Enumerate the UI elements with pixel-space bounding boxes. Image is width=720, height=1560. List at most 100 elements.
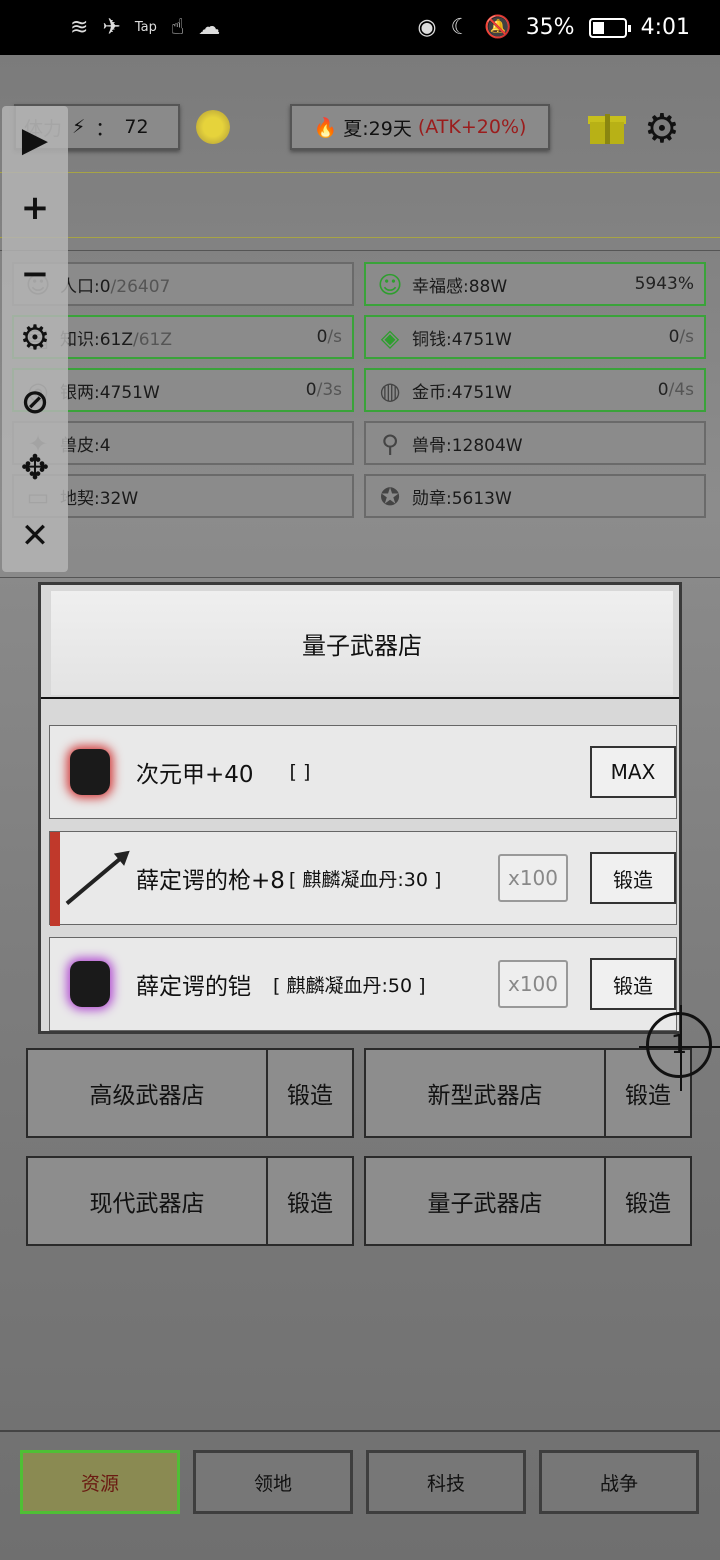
shop-new[interactable]: 新型武器店 锻造 (364, 1048, 692, 1138)
shop-modern[interactable]: 现代武器店 锻造 (26, 1156, 354, 1246)
resource-rate: 0/3s (306, 380, 342, 400)
resource-label: 勋章:5613W (412, 488, 512, 509)
armor-icon (56, 737, 126, 807)
shop-name: 量子武器店 (427, 1191, 543, 1217)
move-icon[interactable]: ✥ (2, 448, 68, 488)
bone-icon: ⚲ (381, 430, 399, 458)
fire-icon: 🔥 (313, 116, 338, 139)
forge-button[interactable]: 锻造 (590, 958, 676, 1010)
airplane-icon: ✈ (102, 15, 121, 40)
item-requirement: [ 麒麟凝血丹:30 ] (288, 868, 442, 891)
modal-title: 量子武器店 (51, 591, 673, 695)
stamina-value: 72 (124, 116, 149, 138)
resource-item: ◈ 铜钱:4751W 0/s (364, 315, 706, 359)
resource-value: 勋章:5613W (412, 484, 694, 509)
rate-value: 5943% (634, 274, 694, 294)
forge-button[interactable]: 锻造 (604, 1158, 690, 1244)
clock: 4:01 (640, 15, 690, 40)
smile-icon: ☺ (377, 271, 403, 299)
resource-value: 幸福感:88W (412, 272, 635, 297)
lightning-icon: ⚡ (72, 116, 86, 138)
rate-value: 0 (668, 327, 680, 347)
quantity-button[interactable]: x100 (498, 854, 568, 902)
resource-item: ⚲ 兽骨:12804W (364, 421, 706, 465)
battery-percent: 35% (525, 15, 575, 40)
settings-gear-icon[interactable]: ⚙ (644, 106, 680, 152)
wifi-icon: ≋ (70, 15, 89, 40)
resource-cap: /61Z (133, 329, 173, 350)
item-row: 薛定谔的铠 [ 麒麟凝血丹:50 ] x100 锻造 (49, 937, 677, 1031)
resource-value: 铜钱:4751W (412, 325, 669, 350)
item-requirement: [ ] (289, 761, 311, 783)
forge-button[interactable]: 锻造 (590, 852, 676, 904)
nav-resources[interactable]: 资源 (20, 1450, 180, 1514)
resource-label: 兽骨:12804W (412, 435, 523, 456)
crosshair-icon[interactable]: 1 (639, 1005, 720, 1091)
divider (41, 697, 679, 699)
resource-item: ☺ 幸福感:88W 5943% (364, 262, 706, 306)
gold-icon: ◍ (379, 377, 401, 405)
close-icon[interactable]: ✕ (2, 516, 68, 556)
shop-quantum[interactable]: 量子武器店 锻造 (364, 1156, 692, 1246)
forge-button[interactable]: 锻造 (266, 1158, 352, 1244)
resource-value: 兽皮:4 (60, 431, 342, 456)
resource-label: 金币:4751W (412, 382, 512, 403)
resource-label: 知识:61Z (60, 329, 134, 350)
banner-strip (0, 172, 720, 238)
eye-off-icon[interactable]: ⊘ (2, 382, 68, 422)
cloud-icon: ☁ (198, 15, 221, 40)
floating-toolbar: ▶ + − ⚙ ⊘ ✥ ✕ (2, 106, 68, 572)
season-bonus: (ATK+20%) (417, 116, 527, 138)
rate-unit: /s (327, 327, 342, 347)
resource-label: 幸福感:88W (412, 276, 508, 297)
rate-unit: /4s (668, 380, 694, 400)
resource-label: 铜钱:4751W (412, 329, 512, 350)
tap-icon: Tap (134, 20, 157, 35)
item-name: 次元甲+40 (136, 762, 254, 788)
play-icon[interactable]: ▶ (2, 120, 68, 160)
resource-label: 地契:32W (60, 488, 139, 509)
nav-tech[interactable]: 科技 (366, 1450, 526, 1514)
armor-icon (56, 949, 126, 1019)
forge-button[interactable]: 锻造 (266, 1050, 352, 1136)
moon-icon: ☾ (450, 15, 471, 40)
bottom-divider (0, 1430, 720, 1432)
resource-value: 兽骨:12804W (412, 431, 694, 456)
gear-icon[interactable]: ⚙ (2, 318, 68, 358)
crosshair-label: 1 (670, 1030, 688, 1060)
max-button[interactable]: MAX (590, 746, 676, 798)
rate-value: 0 (657, 380, 669, 400)
quantity-button[interactable]: x100 (498, 960, 568, 1008)
resource-rate: 0/s (317, 327, 342, 347)
resource-rate: 0/s (669, 327, 694, 347)
weapon-shop-modal: 量子武器店 次元甲+40 [ ] MAX 薛定谔的枪+8 [ 麒麟凝血丹:30 … (38, 582, 682, 1034)
status-left: ≋ ✈ Tap ☝ ☁ (70, 15, 220, 40)
rate-unit: /3s (316, 380, 342, 400)
gift-icon[interactable] (588, 108, 626, 146)
item-name: 薛定谔的枪+8 (136, 868, 285, 894)
coin-icon: ◈ (380, 324, 400, 352)
nav-territory[interactable]: 领地 (193, 1450, 353, 1514)
item-row: 薛定谔的枪+8 [ 麒麟凝血丹:30 ] x100 锻造 (49, 831, 677, 926)
touch-icon: ☝ (170, 15, 185, 40)
resource-value: 银两:4751W (60, 378, 306, 403)
minus-icon[interactable]: − (2, 254, 68, 294)
season-box: 🔥 夏:29天 (ATK+20%) (290, 104, 550, 150)
resource-rate: 5943% (635, 274, 694, 294)
medal-icon: ✪ (379, 483, 401, 511)
resource-cap: /26407 (110, 276, 171, 297)
status-bar: ≋ ✈ Tap ☝ ☁ ◉ ☾ 🔕 35% 4:01 (0, 0, 720, 55)
shop-advanced[interactable]: 高级武器店 锻造 (26, 1048, 354, 1138)
resource-item: ◍ 金币:4751W 0/4s (364, 368, 706, 412)
shop-name: 新型武器店 (427, 1083, 543, 1109)
plus-icon[interactable]: + (2, 188, 68, 228)
item-name: 薛定谔的铠 (136, 974, 251, 1000)
item-row: 次元甲+40 [ ] MAX (49, 725, 677, 819)
resource-value: 知识:61Z/61Z (60, 325, 317, 350)
stamina-separator: ： (95, 117, 115, 140)
bell-off-icon: 🔕 (484, 15, 512, 40)
rate-value: 0 (316, 327, 328, 347)
resource-value: 人口:0/26407 (60, 272, 342, 297)
nav-war[interactable]: 战争 (539, 1450, 699, 1514)
rate-value: 0 (305, 380, 317, 400)
